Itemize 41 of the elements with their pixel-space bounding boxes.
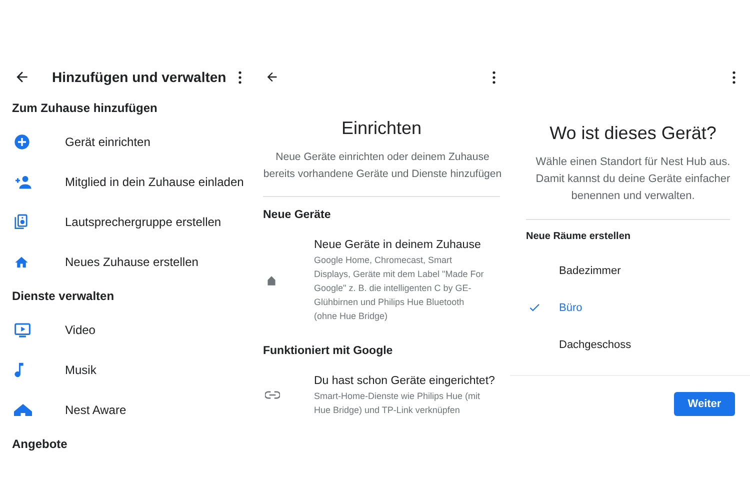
- subtitle: Neue Geräte einrichten oder deinem Zuhause bereits vorhandene Geräte und Dienste hinzufügen: [262, 150, 503, 182]
- section-heading: Funktioniert mit Google: [263, 344, 394, 359]
- next-button[interactable]: Weiter: [674, 392, 735, 416]
- room-option[interactable]: Dachgeschoss: [526, 326, 716, 363]
- menu-item[interactable]: Video: [65, 323, 96, 337]
- home-icon: [14, 254, 29, 270]
- section-heading: Angebote: [12, 436, 68, 453]
- screen-title: Einrichten: [340, 118, 423, 139]
- section-heading: Neue Geräte: [263, 208, 332, 223]
- menu-item[interactable]: Musik: [65, 363, 96, 377]
- check-icon: [528, 301, 541, 314]
- more-icon[interactable]: [238, 70, 242, 84]
- more-icon[interactable]: [732, 70, 736, 84]
- section-heading: Dienste verwalten: [12, 288, 116, 305]
- menu-item[interactable]: Mitglied in dein Zuhause einladen: [65, 175, 244, 189]
- list-heading: Neue Räume erstellen: [526, 231, 632, 242]
- more-icon[interactable]: [492, 70, 496, 84]
- home-icon: [265, 274, 278, 286]
- screen-title: Hinzufügen und verwalten: [52, 69, 228, 85]
- menu-item[interactable]: Neues Zuhause erstellen: [65, 255, 198, 269]
- speaker-icon: [14, 214, 28, 230]
- section-heading: Zum Zuhause hinzufügen: [12, 100, 158, 117]
- plus-circle-icon: [14, 134, 30, 150]
- room-option[interactable]: Badezimmer: [526, 252, 716, 289]
- room-option[interactable]: Büro: [526, 289, 716, 326]
- link-icon: [265, 391, 280, 399]
- video-icon: [14, 322, 31, 338]
- option-description: Smart-Home-Dienste wie Philips Hue (mit Hue Bridge) und TP-Link verknüpfen: [314, 390, 482, 417]
- menu-item[interactable]: Nest Aware: [65, 403, 126, 417]
- cloud-home-icon: [14, 404, 32, 416]
- option-title[interactable]: Neue Geräte in deinem Zuhause: [314, 237, 500, 253]
- add-person-icon: [14, 175, 32, 189]
- subtitle: Wähle einen Standort für Nest Hub aus. Damit kannst du deine Geräte einfacher benennen und verwalten.: [534, 155, 732, 204]
- music-note-icon: [14, 362, 24, 378]
- option-description: Google Home, Chromecast, Smart Displays, Geräte mit dem Label "Made For Google" z. B. die intelligenten C by GE-Glühbirnen und Philips Hue Bluetooth (ohne Hue Bridge): [314, 254, 485, 323]
- back-icon[interactable]: [265, 70, 279, 84]
- menu-item[interactable]: Gerät einrichten: [65, 135, 150, 149]
- option-title[interactable]: Du hast schon Geräte eingerichtet?: [314, 373, 500, 389]
- screen-title: Wo ist dieses Gerät?: [548, 123, 718, 144]
- back-icon[interactable]: [14, 69, 30, 85]
- menu-item[interactable]: Lautsprechergruppe erstellen: [65, 215, 222, 229]
